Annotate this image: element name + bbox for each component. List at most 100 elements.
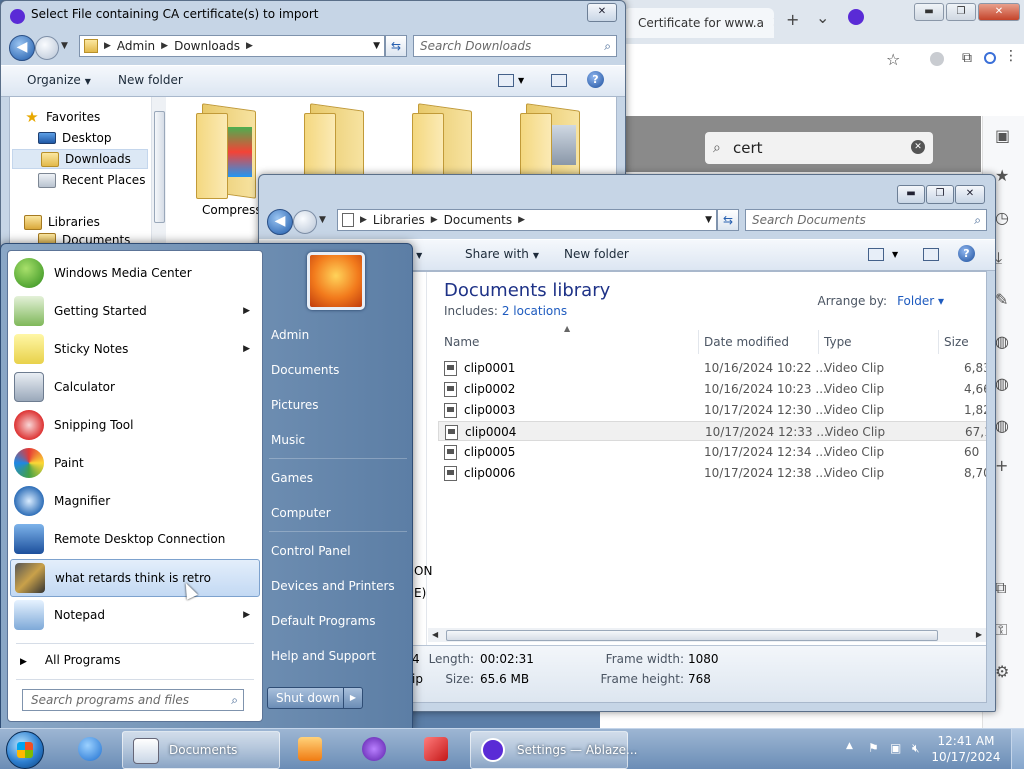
organize-button[interactable]: Organize ▼ [27,73,91,87]
start-music[interactable]: Music [271,433,305,447]
address-bar[interactable]: ▶ Admin ▶ Downloads ▶ ▼ [79,35,385,57]
new-tab-icon[interactable]: + [786,10,799,29]
address-dropdown-icon[interactable]: ▼ [705,215,712,225]
view-dropdown-icon[interactable]: ▼ [892,250,898,259]
column-header-size[interactable]: Size [944,330,969,354]
show-hidden-icons[interactable]: ▲ [846,741,853,751]
refresh-icon[interactable]: ⇆ [385,35,407,57]
breadcrumb-item[interactable]: Admin [117,39,155,53]
settings-gear-icon[interactable]: ⚙ [995,662,1009,681]
file-row[interactable]: clip0003 10/17/2024 12:30 ... Video Clip 1,… [438,400,986,420]
profile-avatar-icon[interactable] [930,52,944,66]
scrollbar-thumb[interactable] [154,111,165,223]
file-row[interactable]: clip0006 10/17/2024 12:38 ... Video Clip 8,… [438,463,986,483]
program-windows-media-center[interactable]: Windows Media Center [10,255,258,291]
breadcrumb-item[interactable]: Documents [444,213,512,227]
menu-icon[interactable]: ⋮ [1004,48,1018,64]
pen-icon[interactable]: ✎ [995,290,1008,309]
file-row[interactable]: clip0001 10/16/2024 10:22 ... Video Clip 6,… [438,358,986,378]
program-paint[interactable]: Paint [10,445,258,481]
history-dropdown-icon[interactable]: ▼ [319,215,326,225]
taskbar-app[interactable] [350,731,398,767]
forward-arrow-icon[interactable] [35,36,59,60]
share-with-button[interactable]: Share with ▼ [465,247,539,261]
taskbar-media-player[interactable] [286,731,334,767]
globe-icon[interactable]: ◍ [995,332,1009,351]
back-arrow-icon[interactable]: ◀ [9,35,35,61]
start-devices-printers[interactable]: Devices and Printers [271,579,395,593]
forward-arrow-icon[interactable] [293,210,317,234]
help-icon[interactable]: ? [587,71,604,88]
change-view-icon[interactable] [868,248,884,261]
tab-close-icon[interactable]: ✕ [772,15,774,31]
file-row-selected[interactable]: clip0004 10/17/2024 12:33 ... Video Clip 67… [438,421,986,441]
search-documents-input[interactable]: Search Documents ⌕ [745,209,987,231]
taskbar-documents[interactable]: Documents [122,731,280,769]
column-header-type[interactable]: Type [824,330,852,354]
taskbar-internet-explorer[interactable] [66,731,114,767]
start-games[interactable]: Games [271,471,313,485]
program-getting-started[interactable]: Getting Started ▶ [10,293,258,329]
puzzle-icon[interactable]: ⧉ [995,578,1006,598]
clear-search-icon[interactable]: ✕ [911,140,925,154]
address-bar[interactable]: ▶ Libraries ▶ Documents ▶ ▼ [337,209,717,231]
settings-search-input[interactable]: ⌕ cert ✕ [705,132,933,164]
new-folder-button[interactable]: New folder [564,247,629,261]
program-snipping-tool[interactable]: Snipping Tool [10,407,258,443]
change-view-icon[interactable] [498,74,514,87]
back-arrow-icon[interactable]: ◀ [267,209,293,235]
nav-recent-places[interactable]: Recent Places [38,170,145,190]
preview-pane-icon[interactable] [551,74,567,87]
briefcase-icon[interactable]: ▣ [995,126,1010,145]
star-icon[interactable]: ★ [995,166,1009,185]
start-computer[interactable]: Computer [271,506,331,520]
nav-desktop[interactable]: Desktop [38,128,112,148]
program-retro[interactable]: what retards think is retro [10,559,260,597]
locations-link[interactable]: 2 locations [502,304,567,318]
minimize-icon[interactable]: ▬ [897,185,925,204]
nav-libraries[interactable]: Libraries [24,212,100,232]
scroll-right-icon[interactable]: ▶ [976,628,982,642]
nav-favorites[interactable]: ★ Favorites [24,107,100,127]
user-avatar[interactable] [307,252,365,310]
new-folder-button[interactable]: New folder [118,73,183,87]
start-button[interactable] [6,731,44,769]
key-icon[interactable]: ⚿ [995,620,1007,640]
program-calculator[interactable]: Calculator [10,369,258,405]
maximize-icon[interactable]: ❐ [946,3,976,21]
add-icon[interactable]: + [995,456,1008,475]
download-icon[interactable]: ⤓ [995,248,1002,268]
minimize-icon[interactable]: ▬ [914,3,944,21]
close-icon[interactable]: ✕ [955,185,985,204]
help-icon[interactable]: ? [958,245,975,262]
extensions-icon[interactable]: ⧉ [962,50,972,66]
scroll-left-icon[interactable]: ◀ [432,628,438,642]
start-pictures[interactable]: Pictures [271,398,319,412]
system-clock[interactable]: 12:41 AM 10/17/2024 [930,733,1002,765]
action-center-flag-icon[interactable]: ⚑ [868,741,879,755]
file-row[interactable]: clip0002 10/16/2024 10:23 ... Video Clip 4,… [438,379,986,399]
program-remote-desktop[interactable]: Remote Desktop Connection [10,521,258,557]
view-dropdown-icon[interactable]: ▼ [518,76,524,85]
close-icon[interactable]: ✕ [587,3,617,22]
account-icon[interactable] [984,52,996,64]
breadcrumb-item[interactable]: Downloads [174,39,240,53]
folder-item[interactable]: Compresse [196,103,269,217]
network-icon[interactable]: ▣ [890,741,901,755]
breadcrumb-item[interactable]: Libraries [373,213,425,227]
start-documents[interactable]: Documents [271,363,339,377]
address-dropdown-icon[interactable]: ▼ [373,41,380,51]
nav-scrollbar[interactable] [151,97,166,257]
all-programs-button[interactable]: ▶ All Programs [20,653,121,667]
start-search-input[interactable]: Search programs and files ⌕ [22,689,244,711]
column-header-date[interactable]: Date modified [704,330,789,354]
tab-list-icon[interactable]: ⌄ [816,8,829,27]
volume-muted-icon[interactable]: 🔇︎ [912,741,920,756]
start-help-support[interactable]: Help and Support [271,649,376,663]
history-icon[interactable]: ◷ [995,208,1009,227]
taskbar-app[interactable] [412,731,460,767]
arrange-by-dropdown[interactable]: Folder ▾ [897,294,944,308]
column-header-name[interactable]: Name [444,330,479,354]
search-downloads-input[interactable]: Search Downloads ⌕ [413,35,617,57]
globe-icon[interactable]: ◍ [995,416,1009,435]
